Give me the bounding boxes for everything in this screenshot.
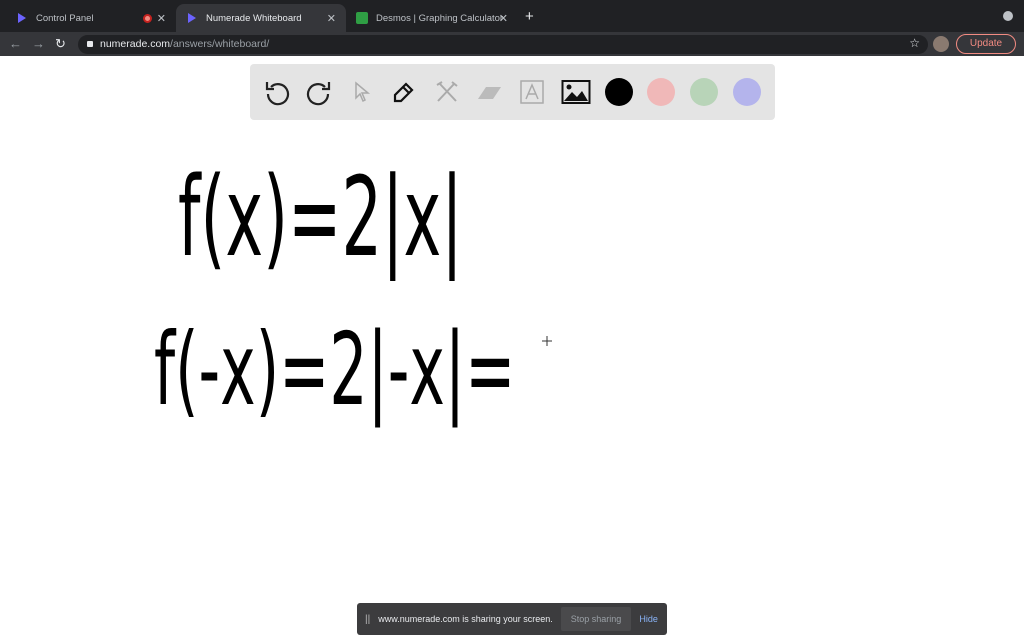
hide-button[interactable]: Hide (639, 614, 658, 624)
color-red-swatch[interactable] (647, 78, 675, 106)
share-message: www.numerade.com is sharing your screen. (378, 614, 553, 624)
image-icon (561, 80, 591, 104)
back-button[interactable]: ← (9, 36, 22, 51)
tab-desmos[interactable]: Desmos | Graphing Calculator ✕ (346, 4, 518, 32)
image-button[interactable] (560, 76, 592, 108)
handwriting-line-1: f(x)=2|x| (178, 153, 463, 281)
reload-button[interactable]: ↻ (55, 36, 66, 52)
redo-icon (306, 82, 331, 106)
profile-avatar[interactable] (933, 36, 949, 52)
text-icon (520, 80, 544, 104)
browser-toolbar: ← → ↻ numerade.com/answers/whiteboard/ ☆… (0, 32, 1024, 56)
stop-sharing-button[interactable]: Stop sharing (560, 607, 632, 631)
close-tab-icon[interactable]: ✕ (157, 12, 166, 25)
handwriting-line-2: f(-x)=2|-x|= (154, 311, 516, 428)
tab-label: Control Panel (36, 12, 94, 24)
numerade-icon (18, 13, 26, 23)
tab-bar: Control Panel ✕ Numerade Whiteboard ✕ De… (0, 0, 1024, 32)
recording-icon (143, 13, 152, 23)
new-tab-button[interactable]: + (525, 8, 534, 25)
tab-label: Numerade Whiteboard (206, 12, 302, 24)
update-button[interactable]: Update (956, 34, 1016, 54)
bookmark-star-icon[interactable]: ☆ (909, 36, 920, 50)
text-button[interactable] (516, 76, 548, 108)
whiteboard-canvas[interactable]: f(x)=2|x| f(-x)=2|-x|= (0, 120, 1024, 600)
pencil-icon (393, 82, 414, 103)
whiteboard-toolbar (250, 64, 775, 120)
redo-button[interactable] (303, 76, 335, 108)
crosshair-cursor-icon (542, 336, 552, 346)
drag-handle-icon[interactable]: || (365, 614, 370, 625)
tab-search-button[interactable] (1003, 11, 1013, 21)
eraser-button[interactable] (473, 76, 505, 108)
tab-numerade-whiteboard[interactable]: Numerade Whiteboard ✕ (176, 4, 346, 32)
color-black-swatch[interactable] (605, 78, 633, 106)
close-tab-icon[interactable]: ✕ (327, 12, 336, 25)
tools-icon (436, 81, 458, 102)
lock-icon (87, 41, 93, 47)
tab-control-panel[interactable]: Control Panel ✕ (6, 4, 176, 32)
url-domain: numerade.com (100, 38, 171, 50)
forward-button[interactable]: → (32, 36, 45, 51)
address-bar[interactable]: numerade.com/answers/whiteboard/ ☆ (78, 35, 928, 54)
tab-label: Desmos | Graphing Calculator (376, 12, 504, 24)
close-tab-icon[interactable]: ✕ (499, 12, 508, 25)
eraser-icon (478, 87, 501, 99)
url-path: /answers/whiteboard/ (170, 38, 270, 50)
undo-icon (265, 82, 290, 106)
color-green-swatch[interactable] (690, 78, 718, 106)
cursor-icon (355, 81, 371, 103)
select-button[interactable] (346, 76, 378, 108)
screen-share-bar: || www.numerade.com is sharing your scre… (357, 603, 667, 635)
desmos-icon (356, 12, 368, 24)
tools-button[interactable] (431, 76, 463, 108)
color-blue-swatch[interactable] (733, 78, 761, 106)
pen-button[interactable] (388, 76, 420, 108)
undo-button[interactable] (261, 76, 293, 108)
numerade-icon (188, 13, 196, 23)
